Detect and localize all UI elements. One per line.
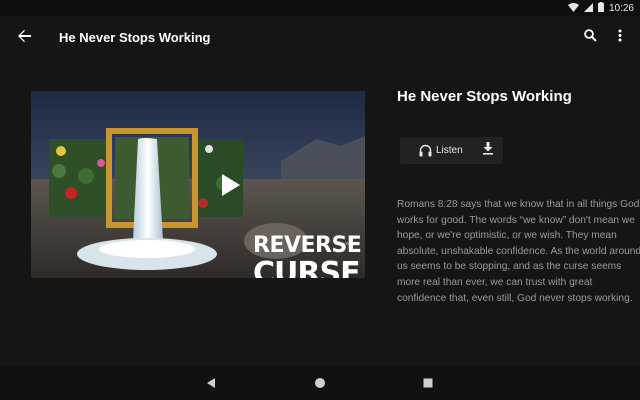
nav-back-icon xyxy=(204,377,218,394)
system-navigation-bar xyxy=(0,366,640,400)
download-icon xyxy=(482,141,494,160)
battery-icon xyxy=(597,0,604,17)
wifi-icon xyxy=(567,0,579,17)
status-time: 10:26 xyxy=(608,2,634,14)
nav-back-button[interactable] xyxy=(204,376,218,390)
search-button[interactable] xyxy=(576,24,604,52)
search-icon xyxy=(583,29,597,47)
status-icons: 10:26 xyxy=(567,0,634,17)
listen-label: Listen xyxy=(436,145,463,156)
play-icon xyxy=(214,174,244,204)
episode-description: Romans 8:28 says that we know that in al… xyxy=(397,199,640,304)
nav-recents-button[interactable] xyxy=(421,376,435,390)
episode-title: He Never Stops Working xyxy=(397,88,572,105)
download-button[interactable] xyxy=(476,137,500,164)
more-options-button[interactable] xyxy=(606,24,634,52)
audio-actions: Listen xyxy=(400,137,503,164)
thumbnail-small-text: THE xyxy=(345,241,353,246)
back-arrow-icon xyxy=(17,29,31,47)
nav-recents-icon xyxy=(421,377,435,394)
app-bar-title: He Never Stops Working xyxy=(59,30,211,45)
nav-home-icon xyxy=(313,377,327,394)
listen-button[interactable]: Listen xyxy=(400,137,470,164)
thumbnail-title-line1: REVERSE xyxy=(253,233,362,258)
more-vert-icon xyxy=(618,29,622,47)
video-thumbnail[interactable]: REVERSE THE CURSE xyxy=(31,91,365,278)
headphones-icon xyxy=(419,144,432,157)
app-bar: He Never Stops Working xyxy=(0,16,640,60)
thumbnail-title-line2: CURSE xyxy=(253,256,361,279)
nav-home-button[interactable] xyxy=(313,376,327,390)
cell-signal-icon xyxy=(583,0,593,17)
back-button[interactable] xyxy=(10,24,38,52)
status-bar: 10:26 xyxy=(0,0,640,16)
play-button[interactable] xyxy=(214,170,244,200)
